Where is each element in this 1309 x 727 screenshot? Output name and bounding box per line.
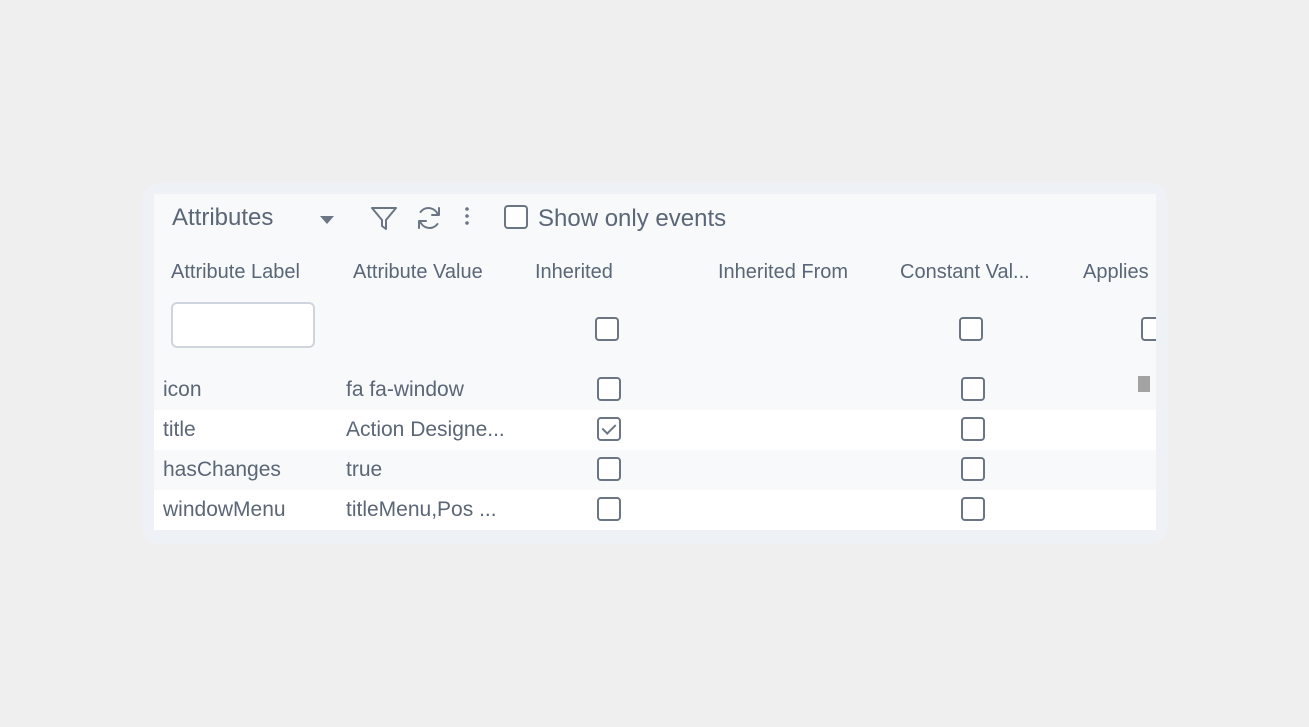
constant-filter-checkbox[interactable]	[959, 317, 983, 341]
row-attribute-value: titleMenu,Pos ...	[346, 498, 497, 521]
row-attribute-value: Action Designe...	[346, 418, 505, 441]
view-select-dropdown[interactable]: Attributes	[172, 202, 340, 234]
column-header-constant-value[interactable]: Constant Val...	[900, 260, 1030, 284]
table-row[interactable]: title Action Designe...	[154, 410, 1156, 450]
attributes-panel: Attributes Show only events Attribute La…	[142, 183, 1168, 544]
row-attribute-value: fa fa-window	[346, 378, 464, 401]
caret-down-icon	[320, 216, 334, 224]
applies-filter-checkbox[interactable]	[1141, 317, 1156, 341]
row-inherited-checkbox[interactable]	[597, 497, 621, 521]
table-row[interactable]: icon fa fa-window	[154, 370, 1156, 410]
row-attribute-label: hasChanges	[163, 458, 281, 481]
column-header-attribute-value[interactable]: Attribute Value	[353, 260, 483, 284]
column-header-inherited-from[interactable]: Inherited From	[718, 260, 848, 284]
table-row[interactable]: hasChanges true	[154, 450, 1156, 490]
refresh-icon[interactable]	[413, 202, 445, 234]
table-row[interactable]: windowMenu titleMenu,Pos ...	[154, 490, 1156, 530]
row-inherited-checkbox[interactable]	[597, 377, 621, 401]
more-vertical-icon[interactable]	[457, 202, 477, 234]
row-constant-checkbox[interactable]	[961, 457, 985, 481]
view-select-value: Attributes	[172, 204, 274, 231]
column-header-applies[interactable]: Applies	[1083, 260, 1149, 284]
show-only-events-label: Show only events	[538, 205, 727, 232]
column-header-attribute-label[interactable]: Attribute Label	[171, 260, 300, 284]
column-header-inherited[interactable]: Inherited	[535, 260, 613, 284]
row-constant-checkbox[interactable]	[961, 377, 985, 401]
show-only-events-checkbox[interactable]	[504, 205, 528, 229]
row-attribute-label: icon	[163, 378, 202, 401]
row-inherited-checkbox[interactable]	[597, 417, 621, 441]
attribute-label-filter-input[interactable]	[171, 302, 315, 348]
attributes-grid-container: Attributes Show only events Attribute La…	[154, 194, 1156, 530]
inherited-filter-checkbox[interactable]	[595, 317, 619, 341]
row-attribute-label: title	[163, 418, 196, 441]
row-attribute-value: true	[346, 458, 383, 481]
toolbar: Attributes Show only events	[154, 194, 1156, 242]
row-constant-checkbox[interactable]	[961, 497, 985, 521]
row-inherited-checkbox[interactable]	[597, 457, 621, 481]
vertical-scrollbar-thumb[interactable]	[1138, 376, 1150, 392]
row-attribute-label: windowMenu	[163, 498, 286, 521]
row-constant-checkbox[interactable]	[961, 417, 985, 441]
filter-icon[interactable]	[368, 202, 400, 234]
